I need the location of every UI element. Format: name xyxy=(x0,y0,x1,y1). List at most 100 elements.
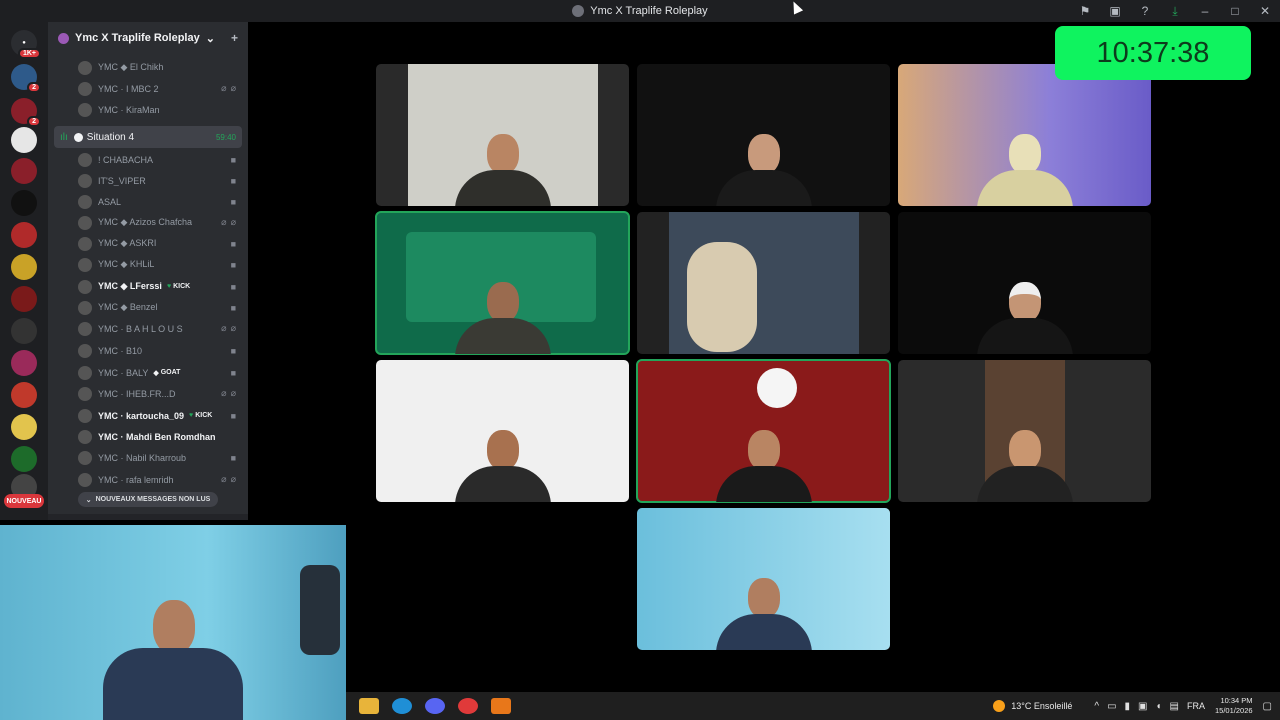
server-icon[interactable] xyxy=(11,222,37,248)
overlay-clock: 10:37:38 xyxy=(1055,26,1251,80)
notification-icon[interactable]: ▢ xyxy=(1263,701,1272,712)
member-name: YMC · I MBC 2 xyxy=(98,83,159,94)
member-name: ! CHABACHA xyxy=(98,154,154,165)
video-tile[interactable] xyxy=(376,64,629,206)
guild-header[interactable]: Ymc X Traplife Roleplay ⌄ + xyxy=(48,22,248,54)
server-icon[interactable] xyxy=(11,414,37,440)
file-explorer-icon[interactable] xyxy=(359,698,379,714)
avatar xyxy=(78,429,92,444)
video-tile[interactable] xyxy=(376,360,629,502)
member-name: YMC ◆ KHLiL xyxy=(98,259,155,269)
app-icon[interactable] xyxy=(491,698,511,714)
video-tile-speaking[interactable] xyxy=(375,211,630,355)
server-icon[interactable]: 2 xyxy=(11,98,41,127)
avatar xyxy=(78,450,92,465)
deafen-icon: ⌀ xyxy=(230,217,236,227)
voice-member[interactable]: YMC · IHEB.FR...D ⌀ ⌀ xyxy=(48,383,248,404)
deafen-icon: ⌀ xyxy=(230,474,236,484)
server-icon[interactable] xyxy=(11,286,37,312)
voice-member[interactable]: YMC · B10 ■ xyxy=(48,340,248,361)
voice-member[interactable]: YMC ◆ El Chikh xyxy=(48,57,248,78)
voice-member[interactable]: IT'S_VIPER ■ xyxy=(48,170,248,191)
microphone-icon[interactable]: ▮ xyxy=(1125,701,1131,712)
deafen-icon: ⌀ xyxy=(230,388,236,398)
member-name: YMC · BALY xyxy=(98,367,149,378)
help-icon[interactable]: ? xyxy=(1130,0,1160,22)
display-icon[interactable]: ▣ xyxy=(1138,701,1147,712)
voice-member[interactable]: YMC · rafa lemridh ⌀ ⌀ xyxy=(48,469,248,490)
weather-text[interactable]: 13°C Ensoleillé xyxy=(1011,701,1072,711)
participant-figure xyxy=(454,430,551,502)
server-icon[interactable]: 2 xyxy=(11,64,41,93)
participant-figure xyxy=(715,578,812,650)
voice-member[interactable]: YMC · Nabil Kharroub ■ xyxy=(48,447,248,468)
taskbar: 13°C Ensoleillé ^ ▭ ▮ ▣ ◖ ▤ FRA 10:34 PM… xyxy=(346,692,1280,720)
voice-member[interactable]: YMC · Mahdi Ben Romdhan xyxy=(48,426,248,447)
voice-member[interactable]: YMC ◆ ASKRI ■ xyxy=(48,233,248,254)
camera-icon: ■ xyxy=(230,175,236,186)
member-name: YMC · Mahdi Ben Romdhan xyxy=(98,431,216,442)
avatar xyxy=(78,257,92,272)
add-member-icon[interactable]: + xyxy=(231,31,238,45)
gem-icon: ◆ xyxy=(153,369,159,377)
voice-channel-situation-4[interactable]: ılı Situation 4 59:40 xyxy=(54,126,242,148)
home-server-icon[interactable]: ● 1K+ xyxy=(11,30,41,59)
voice-member[interactable]: YMC · B A H L O U S ⌀ ⌀ xyxy=(48,318,248,339)
video-tile-speaking[interactable] xyxy=(636,359,891,503)
voice-member[interactable]: YMC ◆ LFerssi ♥ KICK ■ xyxy=(48,276,248,297)
language-indicator[interactable]: FRA xyxy=(1187,701,1205,711)
server-icon[interactable] xyxy=(11,318,37,344)
discord-icon[interactable] xyxy=(425,698,445,714)
chevron-up-icon[interactable]: ^ xyxy=(1094,701,1099,712)
video-tile[interactable] xyxy=(637,64,890,206)
taskbar-time: 10:34 PM xyxy=(1220,696,1253,705)
video-tile[interactable] xyxy=(637,508,890,650)
server-icon[interactable] xyxy=(11,350,37,376)
volume-icon[interactable]: ◖ xyxy=(1156,701,1162,712)
video-tile[interactable] xyxy=(898,64,1151,206)
flag-icon[interactable]: ⚑ xyxy=(1070,0,1100,22)
avatar xyxy=(78,152,92,167)
voice-member[interactable]: YMC · BALY ◆ GOAT ■ xyxy=(48,362,248,383)
voice-member[interactable]: YMC ◆ Benzel ■ xyxy=(48,297,248,318)
new-server-badge[interactable]: NOUVEAU xyxy=(4,494,44,508)
window-titlebar: Ymc X Traplife Roleplay ⚑ ▣ ? ⤓ – □ ✕ xyxy=(0,0,1280,22)
server-icon[interactable] xyxy=(11,254,37,280)
battery-icon[interactable]: ▤ xyxy=(1170,701,1179,712)
edge-browser-icon[interactable] xyxy=(392,698,412,714)
network-icon[interactable]: ▭ xyxy=(1107,701,1116,712)
server-icon[interactable] xyxy=(11,382,37,408)
taskbar-clock[interactable]: 10:34 PM 15/01/2026 xyxy=(1215,696,1253,716)
server-icon[interactable] xyxy=(11,190,37,216)
video-frame xyxy=(757,368,797,408)
video-tile[interactable] xyxy=(898,360,1151,502)
video-tile[interactable] xyxy=(637,212,890,354)
member-name: YMC · B A H L O U S xyxy=(98,323,183,334)
inbox-icon[interactable]: ▣ xyxy=(1100,0,1130,22)
participant-figure xyxy=(454,282,551,354)
maximize-button[interactable]: □ xyxy=(1220,0,1250,22)
voice-member[interactable]: YMC · I MBC 2 ⌀ ⌀ xyxy=(48,78,248,99)
minimize-button[interactable]: – xyxy=(1190,0,1220,22)
avatar xyxy=(78,408,92,423)
download-icon[interactable]: ⤓ xyxy=(1160,0,1190,22)
video-grid xyxy=(248,22,1280,692)
voice-member[interactable]: YMC · kartoucha_09 ♥ KICK ■ xyxy=(48,405,248,426)
server-icon[interactable] xyxy=(11,446,37,472)
channel-sidebar: Ymc X Traplife Roleplay ⌄ + YMC ◆ El Chi… xyxy=(48,22,248,520)
voice-member[interactable]: YMC ◆ KHLiL ■ xyxy=(48,254,248,275)
voice-member[interactable]: YMC · KiraMan xyxy=(48,99,248,120)
video-tile[interactable] xyxy=(898,212,1151,354)
unread-messages-banner[interactable]: ⌄ NOUVEAUX MESSAGES NON LUS xyxy=(78,492,218,507)
voice-member[interactable]: ! CHABACHA ■ xyxy=(48,149,248,170)
server-icon[interactable] xyxy=(11,158,37,184)
obs-icon[interactable] xyxy=(458,698,478,714)
voice-member[interactable]: YMC ◆ Azizos Chafcha ⌀ ⌀ xyxy=(48,212,248,233)
channel-status-icon xyxy=(73,132,83,142)
voice-member[interactable]: ASAL ■ xyxy=(48,191,248,212)
member-name: YMC · KiraMan xyxy=(98,104,160,115)
avatar xyxy=(78,173,92,188)
server-icon[interactable] xyxy=(11,127,37,153)
close-button[interactable]: ✕ xyxy=(1250,0,1280,22)
heart-icon: ♥ xyxy=(189,412,194,419)
